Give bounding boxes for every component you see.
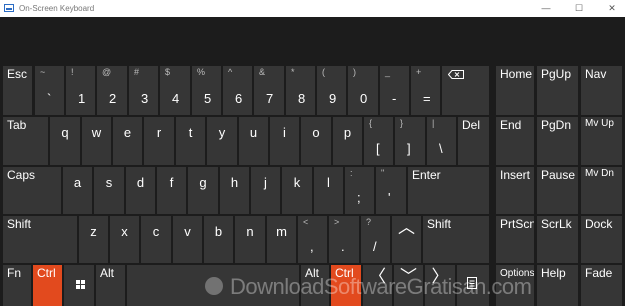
key-quote[interactable]: " ' [376,167,406,214]
key-y[interactable]: y [207,117,237,165]
key-k[interactable]: k [282,167,312,214]
key-s[interactable]: s [94,167,124,214]
key-1[interactable]: ! 1 [66,66,95,115]
key-backspace[interactable] [442,66,489,115]
key-v[interactable]: v [173,216,202,263]
keyboard-area: Esc ~ ` ! 1 @2 #3 $4 % 5 ^ 6 & 7 * 8 (9 ) 0 _ - … [0,17,625,306]
backspace-icon [448,70,464,79]
key-u[interactable]: u [239,117,268,165]
key-enter[interactable]: Enter [408,167,489,214]
key-e[interactable]: e [113,117,142,165]
key-pause[interactable]: Pause [537,167,578,214]
key-end[interactable]: End [496,117,534,165]
chevron-up-icon: ︿ [398,218,415,237]
key-up-arrow[interactable]: ︿ [392,216,421,263]
key-backslash[interactable]: | \ [427,117,456,165]
key-nav[interactable]: Nav [581,66,622,115]
key-mv-up[interactable]: Mv Up [581,117,622,165]
key-period[interactable]: >. [329,216,359,263]
key-4[interactable]: $4 [160,66,190,115]
key-j[interactable]: j [251,167,280,214]
key-5[interactable]: % 5 [192,66,221,115]
key-del[interactable]: Del [458,117,489,165]
key-8[interactable]: * 8 [286,66,315,115]
key-slash[interactable]: ? / [361,216,390,263]
key-home[interactable]: Home [496,66,534,115]
key-h[interactable]: h [220,167,249,214]
key-f[interactable]: f [157,167,186,214]
watermark-logo-icon [205,277,223,295]
key-7[interactable]: & 7 [254,66,284,115]
key-b[interactable]: b [204,216,233,263]
key-9[interactable]: (9 [317,66,346,115]
window-title: On-Screen Keyboard [19,4,95,13]
watermark-text: DownloadSoftwareGratisan.com [230,274,532,299]
key-shift-left[interactable]: Shift [3,216,77,263]
key-backtick[interactable]: ~ ` [35,66,64,115]
key-windows[interactable] [64,265,94,306]
key-fade[interactable]: Fade [581,265,622,306]
maximize-button[interactable]: ☐ [568,0,590,17]
key-tab[interactable]: Tab [3,117,48,165]
key-left-bracket[interactable]: {[ [364,117,393,165]
key-c[interactable]: c [141,216,171,263]
title-bar: On-Screen Keyboard — ☐ ✕ [0,0,625,17]
key-esc[interactable]: Esc [3,66,32,115]
key-g[interactable]: g [188,167,218,214]
key-0[interactable]: ) 0 [348,66,378,115]
key-w[interactable]: w [82,117,111,165]
key-caps[interactable]: Caps [3,167,61,214]
key-o[interactable]: o [301,117,331,165]
minimize-button[interactable]: — [535,0,557,17]
key-2[interactable]: @2 [97,66,127,115]
key-fn[interactable]: Fn [3,265,31,306]
key-t[interactable]: t [176,117,205,165]
key-equals[interactable]: + = [411,66,440,115]
key-l[interactable]: l [314,167,343,214]
key-insert[interactable]: Insert [496,167,534,214]
key-r[interactable]: r [144,117,174,165]
key-6[interactable]: ^ 6 [223,66,252,115]
key-q[interactable]: q [50,117,80,165]
key-comma[interactable]: <, [298,216,327,263]
key-shift-right[interactable]: Shift [423,216,489,263]
key-x[interactable]: x [110,216,139,263]
key-scrlk[interactable]: ScrLk [537,216,578,263]
key-semicolon[interactable]: :; [345,167,374,214]
key-pgup[interactable]: PgUp [537,66,578,115]
key-dock[interactable]: Dock [581,216,622,263]
windows-icon [76,280,85,289]
key-m[interactable]: m [267,216,296,263]
close-button[interactable]: ✕ [601,0,623,17]
key-mv-dn[interactable]: Mv Dn [581,167,622,214]
key-right-bracket[interactable]: }] [395,117,425,165]
key-alt-left[interactable]: Alt [96,265,125,306]
key-prtscn[interactable]: PrtScn [496,216,534,263]
key-i[interactable]: i [270,117,299,165]
key-3[interactable]: #3 [129,66,158,115]
key-ctrl-left[interactable]: Ctrl [33,265,62,306]
key-d[interactable]: d [126,167,155,214]
key-p[interactable]: p [333,117,362,165]
keyboard-app-icon [4,4,14,12]
key-pgdn[interactable]: PgDn [537,117,578,165]
key-a[interactable]: a [63,167,92,214]
key-help[interactable]: Help [537,265,578,306]
key-minus[interactable]: _ - [380,66,409,115]
key-n[interactable]: n [235,216,265,263]
key-z[interactable]: z [79,216,108,263]
